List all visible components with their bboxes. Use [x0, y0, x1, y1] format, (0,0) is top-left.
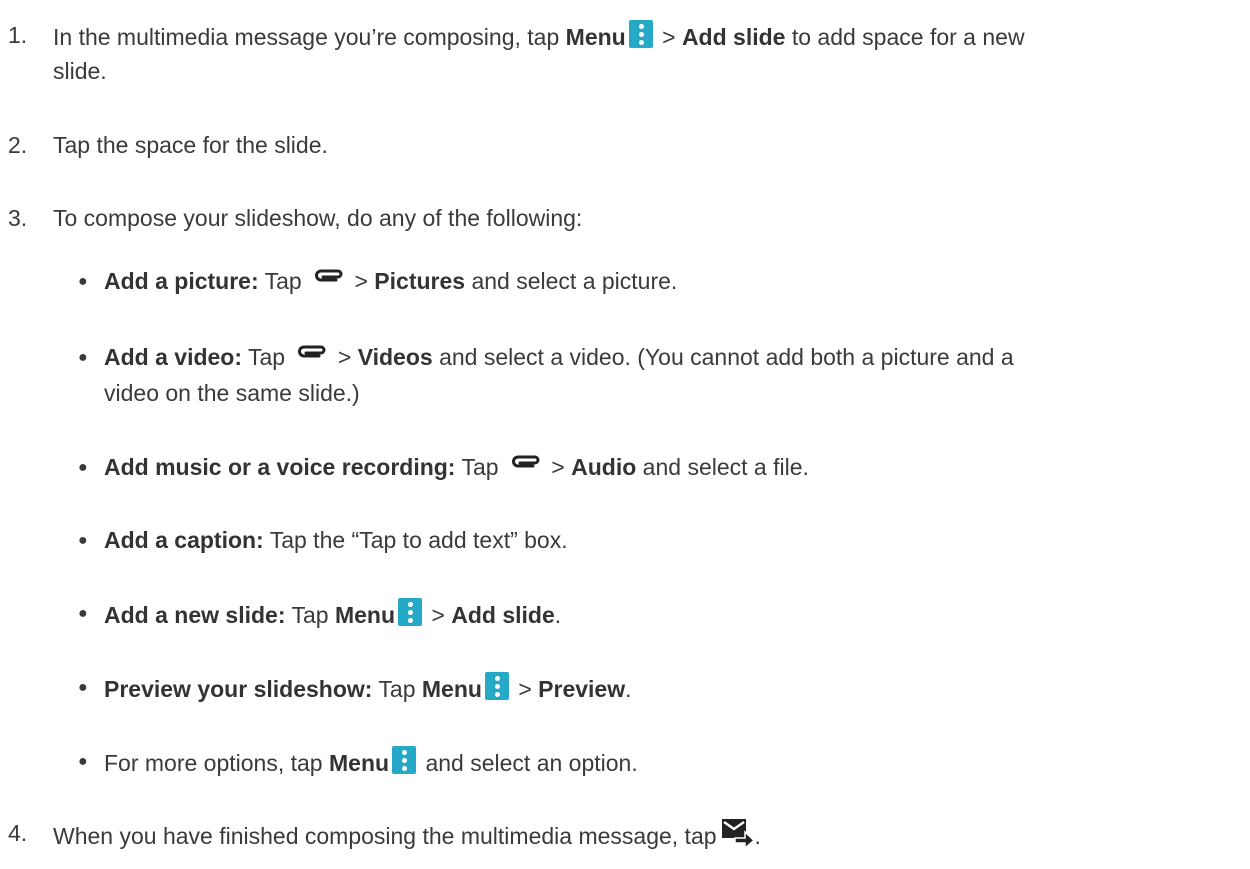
step-number: 4.	[8, 820, 28, 846]
preview-label: Preview	[538, 676, 626, 702]
bullet-dot: ●	[78, 753, 88, 770]
separator: >	[331, 344, 358, 370]
menu-label: Menu	[334, 602, 395, 628]
step-number: 3.	[8, 205, 28, 231]
bullet-label: Add a caption:	[104, 527, 264, 553]
bullet-text: For more options, tap Menu and select an…	[104, 746, 638, 778]
menu-label: Menu	[421, 676, 482, 702]
bullet-text: Preview your slideshow: Tap Menu > Previ…	[104, 672, 632, 704]
step-text-part: In the multimedia message you’re composi…	[53, 24, 566, 50]
bullet-text: Add a picture: Tap > Pictures and select…	[104, 266, 677, 296]
bullet-text-part: .	[554, 602, 562, 628]
bullet-text-part: and select a video. (You cannot add both…	[432, 344, 1014, 370]
paperclip-icon	[315, 269, 343, 282]
send-mms-icon	[721, 819, 755, 848]
videos-label: Videos	[357, 344, 433, 370]
separator: >	[511, 676, 539, 702]
bullet-dot: ●	[78, 459, 88, 476]
separator: >	[544, 454, 572, 480]
bullet-text-part: and select an option.	[419, 750, 638, 776]
bullet-text-part: Tap	[455, 454, 505, 480]
step-text: In the multimedia message you’re composi…	[53, 20, 1025, 52]
menu-label: Menu	[329, 750, 390, 776]
menu-label: Menu	[565, 24, 626, 50]
bullet-text-part: .	[625, 676, 632, 702]
bullet-dot: ●	[78, 273, 88, 290]
bullet-text-part: Tap	[285, 602, 335, 628]
separator: >	[348, 268, 375, 294]
add-slide-label: Add slide	[681, 24, 786, 50]
add-slide-label: Add slide	[451, 602, 555, 628]
step-text: When you have finished composing the mul…	[53, 818, 761, 851]
bullet-text: video on the same slide.)	[104, 380, 360, 406]
bullet-dot: ●	[78, 532, 88, 549]
step-text-part: When you have finished composing the mul…	[53, 823, 717, 849]
bullet-text-part: Tap	[372, 676, 422, 702]
step-text: slide.	[53, 58, 107, 84]
step-text-part: .	[754, 823, 761, 849]
menu-icon	[484, 672, 509, 700]
separator: >	[655, 24, 682, 50]
step-text: Tap the space for the slide.	[53, 132, 328, 158]
step-text: To compose your slideshow, do any of the…	[53, 205, 583, 231]
paperclip-icon	[298, 345, 326, 358]
step-number: 1.	[8, 22, 28, 48]
bullet-text-part: Tap	[242, 344, 292, 370]
bullet-text: Add a video: Tap > Videos and select a v…	[104, 342, 1014, 372]
bullet-label: Add a picture:	[104, 268, 259, 294]
bullet-label: Add a new slide:	[104, 602, 286, 628]
bullet-text: Add music or a voice recording: Tap > Au…	[104, 452, 809, 482]
menu-icon	[628, 20, 653, 48]
bullet-text: Add a caption: Tap the “Tap to add text”…	[104, 525, 568, 555]
menu-icon	[398, 598, 422, 626]
bullet-label: Preview your slideshow:	[104, 676, 373, 702]
step-number: 2.	[8, 132, 28, 158]
bullet-text-part: Tap	[258, 268, 309, 294]
step-text-part: to add space for a new	[785, 24, 1025, 50]
bullet-text-part: and select a file.	[636, 454, 809, 480]
audio-label: Audio	[571, 454, 637, 480]
bullet-dot: ●	[78, 605, 88, 622]
separator: >	[425, 602, 452, 628]
bullet-label: Add music or a voice recording:	[104, 454, 456, 480]
bullet-text-part: For more options, tap	[104, 750, 329, 776]
pictures-label: Pictures	[374, 268, 466, 294]
bullet-dot: ●	[78, 679, 88, 696]
menu-icon	[392, 746, 417, 774]
bullet-text-part: and select a picture.	[465, 268, 678, 294]
bullet-label: Add a video:	[104, 344, 243, 370]
paperclip-icon	[511, 455, 540, 468]
bullet-text: Add a new slide: Tap Menu > Add slide.	[104, 598, 561, 630]
bullet-dot: ●	[78, 349, 88, 366]
bullet-text-part: Tap the “Tap to add text” box.	[263, 527, 568, 553]
